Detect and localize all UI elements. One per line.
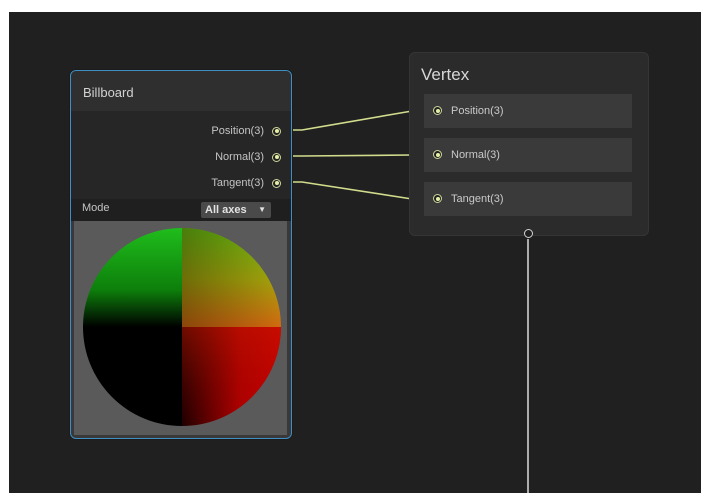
output-port-tangent[interactable]: Tangent(3) [211, 175, 281, 191]
billboard-node-title[interactable]: Billboard [71, 71, 291, 111]
output-port-label: Position(3) [211, 125, 264, 137]
port-dot-icon[interactable] [272, 152, 281, 162]
input-port-tangent[interactable]: Tangent(3) [424, 182, 632, 216]
input-port-position[interactable]: Position(3) [424, 94, 632, 128]
mode-dropdown[interactable]: All axes ▼ [201, 202, 271, 218]
vertex-node-title[interactable]: Vertex [421, 65, 469, 85]
dropdown-caret-icon: ▼ [258, 205, 266, 214]
port-dot-icon[interactable] [272, 126, 281, 136]
mode-label: Mode [82, 202, 110, 214]
port-dot-icon[interactable] [272, 178, 281, 188]
output-port-label: Tangent(3) [211, 177, 264, 189]
node-preview [74, 221, 287, 435]
input-port-label: Position(3) [451, 105, 504, 117]
input-port-label: Tangent(3) [451, 193, 504, 205]
input-port-label: Normal(3) [451, 149, 500, 161]
flow-output-port-icon[interactable] [524, 229, 533, 238]
billboard-outputs: Position(3) Normal(3) Tangent(3) [71, 111, 291, 199]
output-port-position[interactable]: Position(3) [211, 123, 281, 139]
port-dot-icon[interactable] [433, 150, 442, 159]
input-port-normal[interactable]: Normal(3) [424, 138, 632, 172]
output-port-normal[interactable]: Normal(3) [215, 149, 281, 165]
mode-row: Mode All axes ▼ [71, 199, 291, 221]
port-dot-icon[interactable] [433, 106, 442, 115]
vertex-node[interactable]: Vertex Position(3) Normal(3) Tangent(3) [409, 52, 649, 238]
billboard-node[interactable]: Billboard Position(3) Normal(3) Tangent(… [70, 70, 292, 439]
preview-sphere [83, 228, 281, 426]
graph-canvas[interactable]: Billboard Position(3) Normal(3) Tangent(… [9, 12, 701, 493]
output-port-label: Normal(3) [215, 151, 264, 163]
port-dot-icon[interactable] [433, 194, 442, 203]
mode-dropdown-value: All axes [205, 204, 247, 216]
